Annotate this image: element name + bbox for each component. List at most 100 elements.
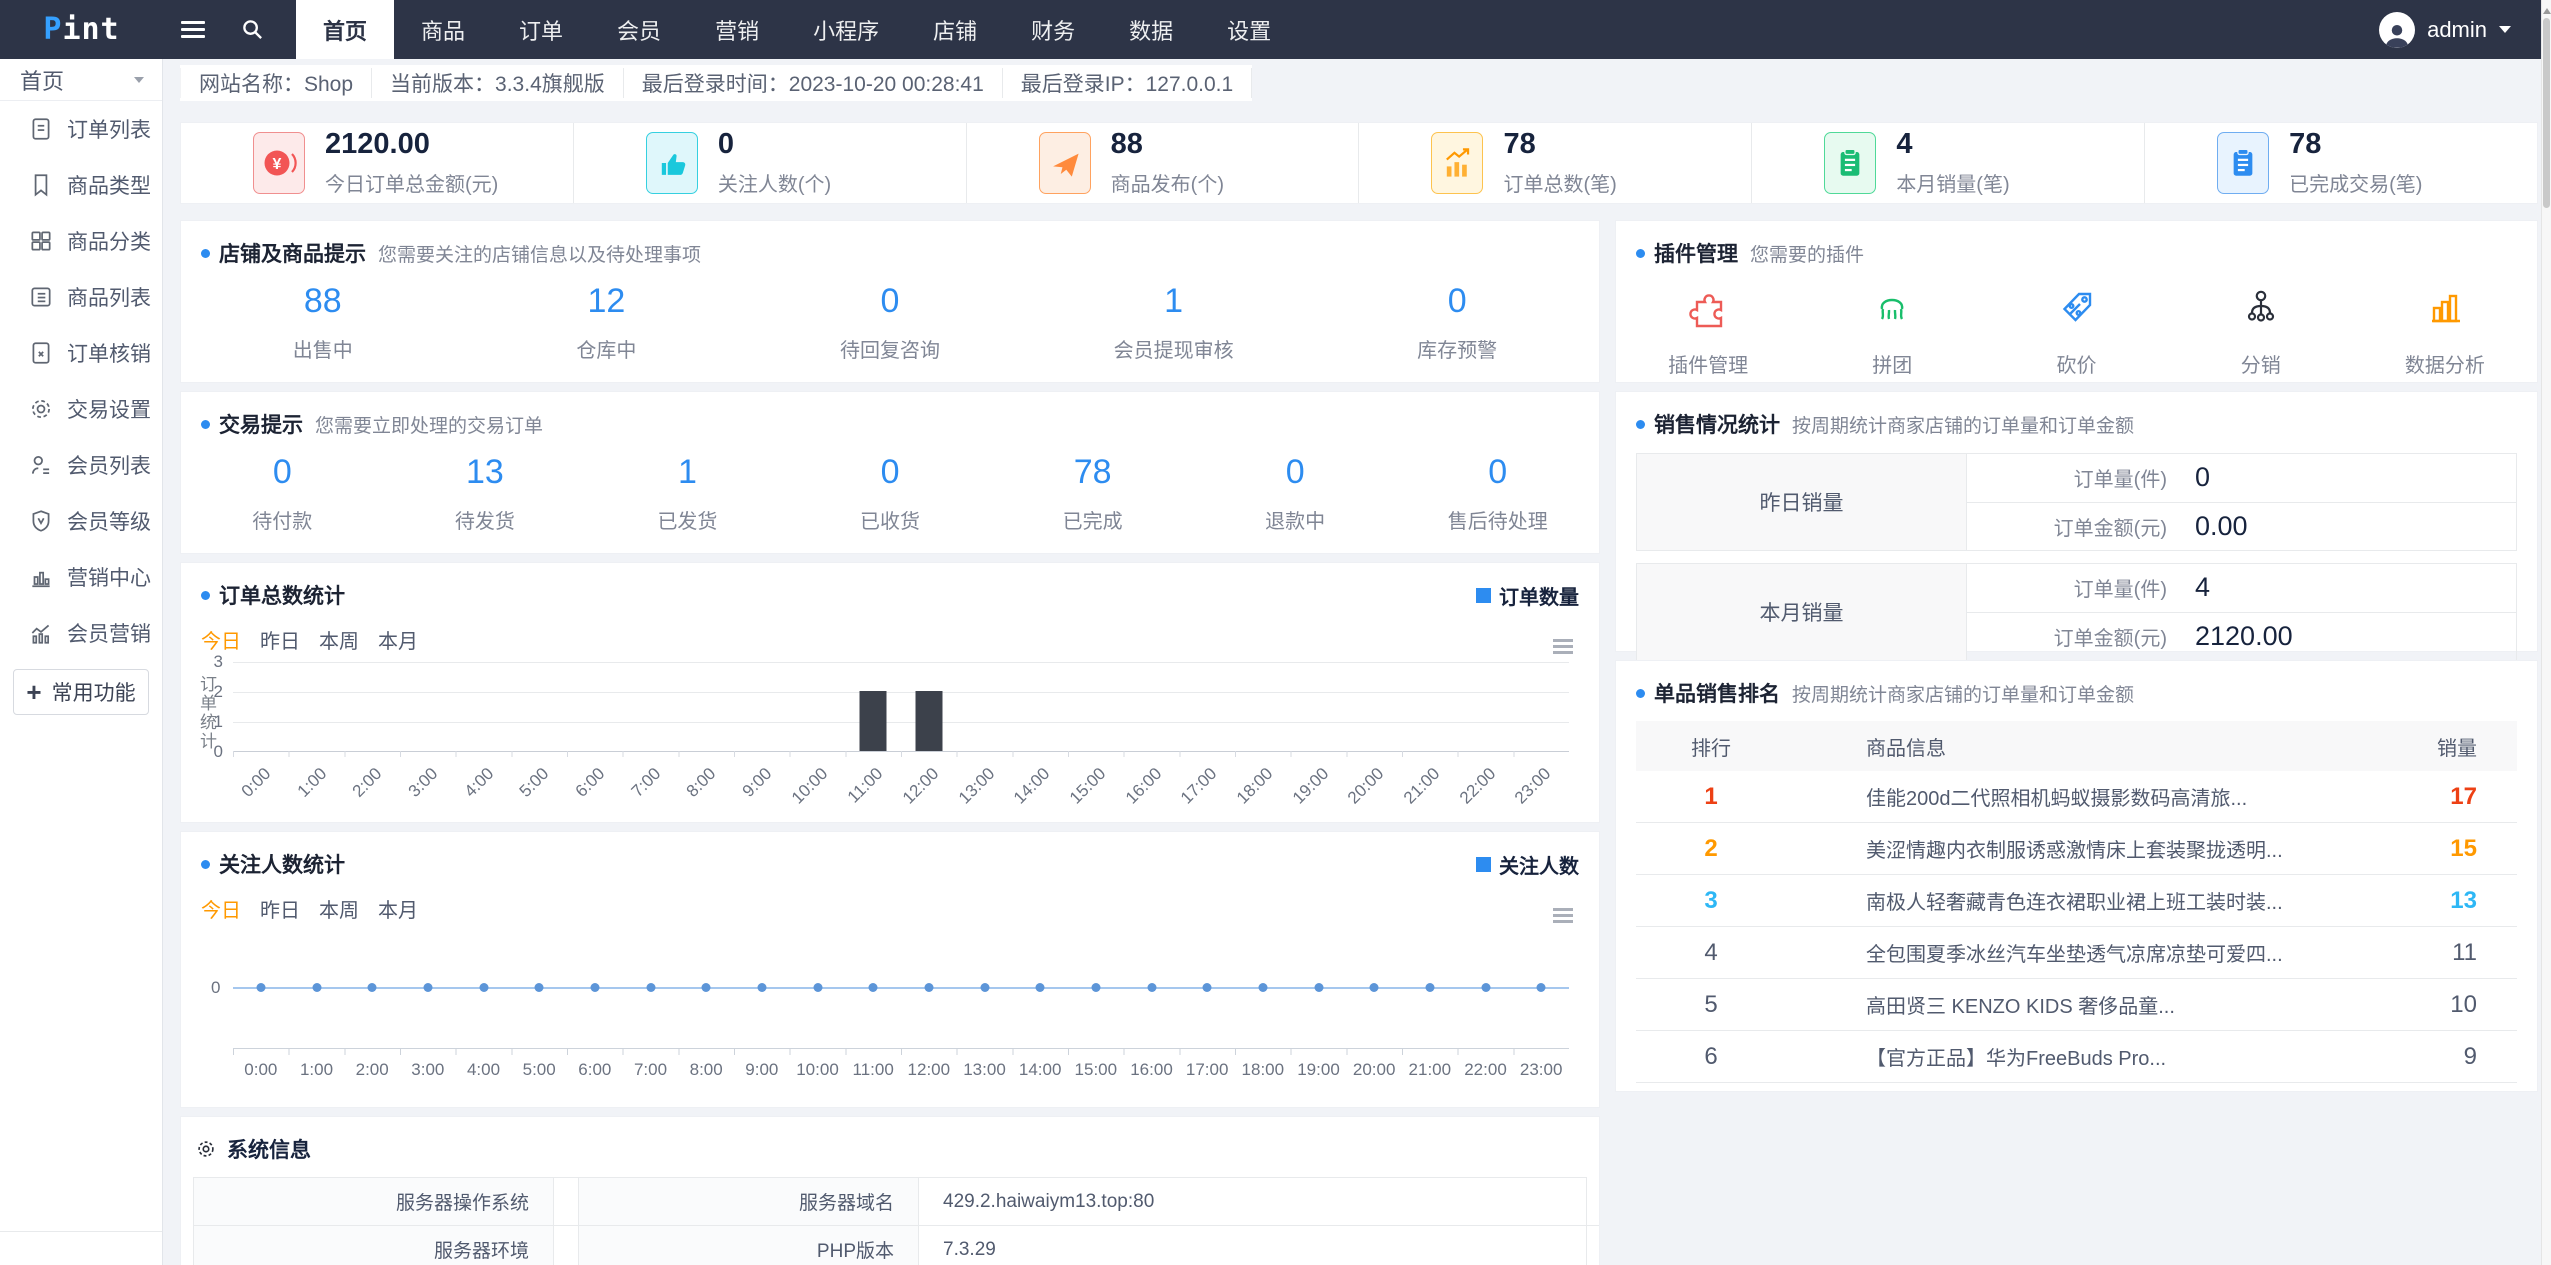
plugin-manage[interactable]: 插件管理 bbox=[1616, 284, 1800, 378]
plugin-data-analysis[interactable]: 数据分析 bbox=[2353, 284, 2537, 378]
sidebar-item-order-verify[interactable]: 订单核销 bbox=[0, 325, 162, 381]
nav-tab-goods[interactable]: 商品 bbox=[394, 0, 492, 59]
x-axis-label: 2:00 bbox=[355, 1060, 389, 1079]
nav-tab-members[interactable]: 会员 bbox=[590, 0, 688, 59]
file-x-icon bbox=[32, 342, 50, 364]
price-tag-icon bbox=[2062, 292, 2091, 322]
data-point bbox=[256, 983, 266, 992]
nav-tab-shop[interactable]: 店铺 bbox=[906, 0, 1004, 59]
chart-menu-icon[interactable] bbox=[1553, 908, 1573, 926]
sidebar-item-member-marketing[interactable]: 会员营销 bbox=[0, 605, 162, 661]
search-icon bbox=[243, 20, 262, 39]
tab-yesterday[interactable]: 昨日 bbox=[260, 625, 300, 654]
sidebar-item-trade-settings[interactable]: 交易设置 bbox=[0, 381, 162, 437]
nav-tab-home[interactable]: 首页 bbox=[296, 0, 395, 59]
stat-received[interactable]: 0 已收货 bbox=[789, 453, 992, 534]
scroll-up-icon bbox=[2543, 4, 2551, 14]
sidebar-item-goods-category[interactable]: 商品分类 bbox=[0, 213, 162, 269]
data-point bbox=[1481, 983, 1490, 992]
stat-to-ship[interactable]: 13 待发货 bbox=[384, 453, 587, 534]
plugin-bargain[interactable]: 砍价 bbox=[1984, 284, 2168, 378]
search-button[interactable] bbox=[223, 0, 282, 59]
plugin-distribution[interactable]: 分销 bbox=[2169, 284, 2353, 378]
page-scrollbar[interactable] bbox=[2541, 0, 2551, 1265]
stat-refunding[interactable]: 0 退款中 bbox=[1194, 453, 1397, 534]
table-row[interactable]: 2 美涩情趣内衣制服诱惑激情床上套装聚拢透明... 15 bbox=[1636, 823, 2517, 875]
chevron-down-icon bbox=[2499, 26, 2511, 39]
x-axis-label: 14:00 bbox=[1018, 1060, 1062, 1079]
x-axis-label: 20:00 bbox=[1352, 1060, 1396, 1079]
user-menu[interactable]: admin bbox=[2339, 0, 2551, 59]
sidebar-item-member-list[interactable]: 会员列表 bbox=[0, 437, 162, 493]
bullet-icon bbox=[1636, 688, 1645, 698]
sidebar-item-marketing-center[interactable]: 营销中心 bbox=[0, 549, 162, 605]
table-row[interactable]: 4 全包围夏季冰丝汽车坐垫透气凉席凉垫可爱四... 11 bbox=[1636, 927, 2517, 979]
tab-this-week[interactable]: 本周 bbox=[319, 894, 359, 923]
data-point bbox=[1091, 983, 1101, 992]
sales-count: 9 bbox=[2463, 1042, 2477, 1070]
sidebar-item-member-level[interactable]: 会员等级 bbox=[0, 493, 162, 549]
x-axis-label: 20:00 bbox=[1344, 764, 1388, 808]
x-axis-label: 4:00 bbox=[466, 1060, 501, 1079]
chart-menu-icon[interactable] bbox=[1553, 639, 1573, 657]
data-point bbox=[924, 983, 934, 992]
nav-tab-marketing[interactable]: 营销 bbox=[688, 0, 786, 59]
sidebar-item-goods-type[interactable]: 商品类型 bbox=[0, 157, 162, 213]
plugin-group-buy[interactable]: 拼团 bbox=[1800, 284, 1984, 378]
stat-aftersale-pending[interactable]: 0 售后待处理 bbox=[1396, 453, 1599, 534]
scrollbar-thumb[interactable] bbox=[2543, 18, 2550, 208]
panel-subtitle: 您需要关注的店铺信息以及待处理事项 bbox=[378, 244, 702, 266]
bullet-icon bbox=[201, 248, 210, 258]
table-row[interactable]: 1 佳能200d二代照相机蚂蚁摄影数码高清旅... 17 bbox=[1636, 771, 2517, 823]
table-value: 7.3.29 bbox=[919, 1226, 1599, 1265]
thumb-up-icon bbox=[645, 132, 698, 194]
sidebar-item-order-list[interactable]: 订单列表 bbox=[0, 101, 162, 157]
data-bars-icon bbox=[2431, 294, 2460, 323]
x-axis-label: 9:00 bbox=[745, 1060, 779, 1079]
stat-in-warehouse[interactable]: 12 仓库中 bbox=[465, 282, 749, 363]
gear-icon bbox=[32, 400, 50, 418]
x-axis-label: 15:00 bbox=[1074, 1060, 1118, 1079]
sidebar-section-select[interactable]: 首页 bbox=[0, 59, 162, 101]
stat-pending-replies[interactable]: 0 待回复咨询 bbox=[748, 282, 1032, 363]
x-axis-label: 22:00 bbox=[1464, 1060, 1507, 1079]
x-axis-label: 1:00 bbox=[299, 1060, 334, 1079]
stat-stock-warning[interactable]: 0 库存预警 bbox=[1315, 282, 1599, 363]
panel-title: 交易提示 bbox=[219, 414, 303, 437]
stat-withdraw-review[interactable]: 1 会员提现审核 bbox=[1032, 282, 1316, 363]
x-axis-label: 18:00 bbox=[1241, 1060, 1285, 1079]
nav-tab-miniprogram[interactable]: 小程序 bbox=[786, 0, 906, 59]
nav-tab-data[interactable]: 数据 bbox=[1102, 0, 1200, 59]
stat-on-sale[interactable]: 88 出售中 bbox=[181, 282, 465, 363]
stat-completed[interactable]: 78 已完成 bbox=[991, 453, 1194, 534]
table-label: 服务器域名 bbox=[579, 1178, 919, 1226]
tab-this-month[interactable]: 本月 bbox=[378, 625, 418, 654]
app-logo[interactable]: Pint bbox=[0, 0, 163, 59]
tab-today[interactable]: 今日 bbox=[201, 625, 241, 654]
panel-title: 关注人数统计 bbox=[219, 854, 345, 877]
quick-functions-button[interactable]: + 常用功能 bbox=[13, 669, 149, 715]
followers-chart-range-tabs: 今日 昨日 本周 本月 bbox=[201, 894, 1599, 923]
tab-today[interactable]: 今日 bbox=[201, 894, 241, 923]
tab-this-month[interactable]: 本月 bbox=[378, 894, 418, 923]
tab-yesterday[interactable]: 昨日 bbox=[260, 894, 300, 923]
stat-unpaid[interactable]: 0 待付款 bbox=[181, 453, 384, 534]
x-axis-label: 13:00 bbox=[963, 1060, 1006, 1079]
table-row[interactable]: 3 南极人轻奢藏青色连衣裙职业裙上班工装时装... 13 bbox=[1636, 875, 2517, 927]
tab-this-week[interactable]: 本周 bbox=[319, 625, 359, 654]
menu-toggle-button[interactable] bbox=[163, 0, 223, 59]
table-row[interactable]: 6 【官方正品】华为FreeBuds Pro... 9 bbox=[1636, 1031, 2517, 1083]
sidebar: 首页 订单列表 商品类型 商品分类 商品列表 订单核销 交易设置 会员列表 会员… bbox=[0, 59, 163, 1265]
bullet-icon bbox=[1636, 419, 1645, 429]
nav-tab-finance[interactable]: 财务 bbox=[1004, 0, 1102, 59]
stat-shipped[interactable]: 1 已发货 bbox=[586, 453, 789, 534]
group-icon bbox=[1881, 298, 1904, 320]
nav-tab-settings[interactable]: 设置 bbox=[1200, 0, 1298, 59]
nav-tab-orders[interactable]: 订单 bbox=[492, 0, 590, 59]
bookmark-icon bbox=[34, 174, 48, 197]
hamburger-icon bbox=[181, 21, 205, 38]
order-count-chart-panel: 订单总数统计 订单数量 今日 昨日 本周 本月 订单统计 3 2 1 0 0:0… bbox=[180, 562, 1600, 823]
table-row[interactable]: 5 高田贤三 KENZO KIDS 奢侈品童... 10 bbox=[1636, 979, 2517, 1031]
sidebar-item-goods-list[interactable]: 商品列表 bbox=[0, 269, 162, 325]
x-axis-label: 0:00 bbox=[244, 1060, 278, 1079]
